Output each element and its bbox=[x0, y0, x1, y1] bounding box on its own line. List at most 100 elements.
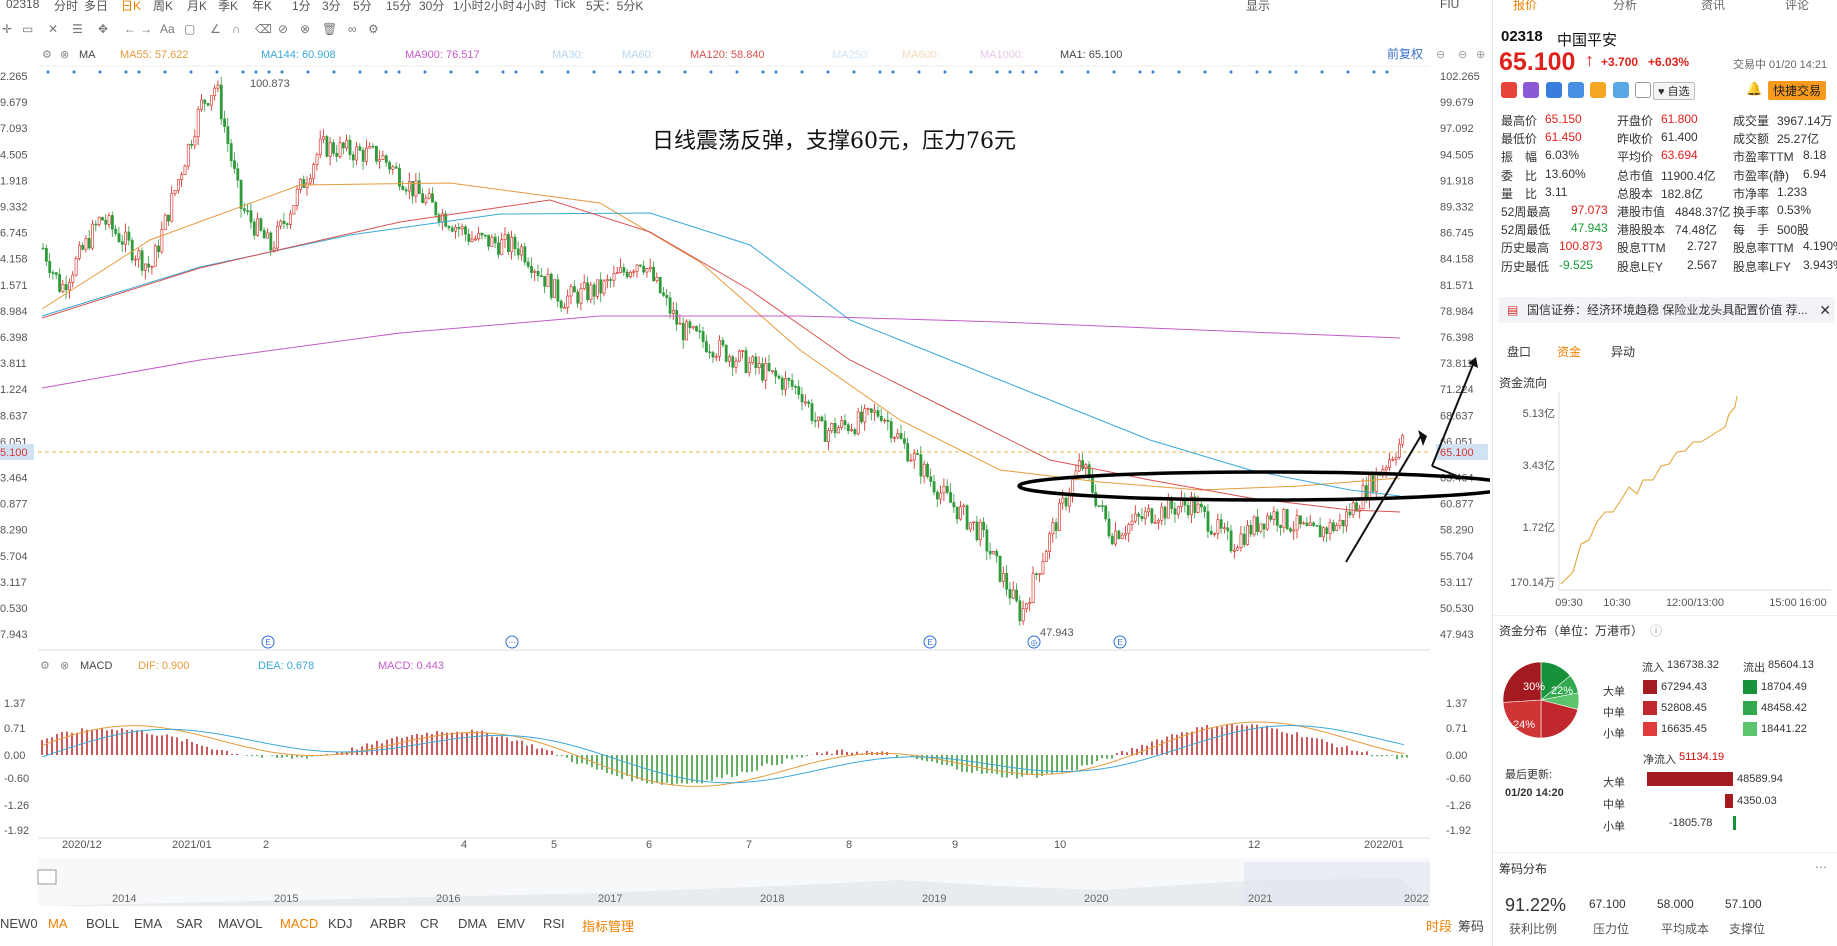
session-tab[interactable]: 时段 bbox=[1426, 916, 1452, 935]
event-dot bbox=[267, 70, 271, 74]
event-dot bbox=[1151, 70, 1155, 74]
event-marker-label: E bbox=[1117, 638, 1122, 647]
indicator-tab[interactable]: RSI bbox=[543, 916, 565, 931]
candle-body bbox=[1064, 497, 1068, 507]
chip-label: 获利比例 bbox=[1509, 922, 1558, 936]
candle-body bbox=[530, 266, 533, 273]
candle-body bbox=[233, 160, 236, 169]
panel-tab[interactable]: 分析 bbox=[1613, 0, 1637, 13]
candle-body bbox=[777, 375, 781, 379]
candle-body bbox=[124, 231, 128, 245]
indicator-tab[interactable]: MA bbox=[48, 916, 68, 931]
event-dot bbox=[72, 70, 76, 74]
fund-distribution-pie: 30% 22% 24% bbox=[1502, 661, 1580, 739]
candle-body bbox=[543, 276, 547, 287]
option-icon[interactable] bbox=[1545, 82, 1562, 98]
chip-tab[interactable]: 筹码 bbox=[1458, 916, 1484, 935]
candle-body bbox=[190, 144, 194, 146]
inflow-swatch bbox=[1643, 722, 1657, 736]
indicator-tab[interactable]: MACD bbox=[280, 916, 318, 931]
macd-dif-line bbox=[41, 721, 1405, 787]
bell-icon[interactable]: 🔔 bbox=[1746, 81, 1762, 97]
panel-tab[interactable]: 报价 bbox=[1513, 0, 1537, 13]
candle-body bbox=[335, 152, 339, 157]
short-icon[interactable] bbox=[1568, 82, 1585, 98]
event-dot bbox=[826, 70, 830, 74]
help-icon[interactable]: ⓘ bbox=[1650, 622, 1662, 639]
candle-body bbox=[737, 350, 741, 362]
candle-body bbox=[368, 145, 372, 149]
candle-body bbox=[1216, 519, 1220, 534]
sub-tab[interactable]: 资金 bbox=[1557, 343, 1581, 360]
indicator-tab[interactable]: DMA bbox=[458, 916, 487, 931]
quote-value: 182.8亿 bbox=[1661, 186, 1704, 201]
indicator-tab[interactable]: EMV bbox=[497, 916, 525, 931]
candle-body bbox=[869, 408, 873, 413]
candle-body bbox=[71, 274, 75, 283]
watchlist-button[interactable]: ♥ 自选 bbox=[1653, 82, 1695, 100]
candle-body bbox=[751, 356, 755, 364]
candle-body bbox=[1186, 504, 1190, 516]
margin-icon[interactable] bbox=[1523, 82, 1540, 98]
ma55-line bbox=[41, 182, 1401, 491]
candle-body bbox=[1285, 509, 1289, 529]
quote-value: 8.18 bbox=[1803, 148, 1827, 163]
close-icon[interactable]: ✕ bbox=[1819, 297, 1831, 323]
price-change-pct: +6.03% bbox=[1648, 55, 1690, 69]
candle-body bbox=[1279, 524, 1283, 528]
candle-body bbox=[1351, 502, 1355, 516]
candle-body bbox=[48, 261, 52, 273]
kline-chart[interactable]: ⚙ ⊗ MA MA55: 57.622 MA144: 60.908 MA900: 76.5… bbox=[0, 0, 1490, 946]
quote-label: 市盈率(静) bbox=[1733, 168, 1789, 183]
inflow-swatch bbox=[1643, 701, 1657, 715]
ma120-line bbox=[41, 199, 1401, 513]
price-axis-right: 102.265 bbox=[1440, 71, 1480, 83]
event-dot bbox=[969, 70, 973, 74]
indicator-tab[interactable]: 指标管理 bbox=[582, 916, 634, 935]
candle-body bbox=[675, 310, 679, 325]
warrant-icon[interactable] bbox=[1590, 82, 1607, 98]
news-icon: ▤ bbox=[1507, 303, 1519, 317]
candle-body bbox=[932, 481, 936, 493]
quick-trade-button[interactable]: 快捷交易 bbox=[1768, 81, 1827, 100]
indicator-tab[interactable]: BOLL bbox=[86, 916, 119, 931]
more-icon[interactable]: ⋯ bbox=[1815, 860, 1827, 874]
candle-body bbox=[893, 437, 896, 439]
candle-body bbox=[629, 271, 632, 278]
sub-tab[interactable]: 盘口 bbox=[1507, 343, 1531, 360]
event-dot bbox=[46, 70, 50, 74]
link-stock-icon[interactable] bbox=[1612, 82, 1629, 98]
indicator-tab[interactable]: CR bbox=[420, 916, 439, 931]
quote-label: 最低价 bbox=[1501, 132, 1538, 147]
indicator-tab[interactable]: EMA bbox=[134, 916, 162, 931]
ma900-line bbox=[41, 315, 1401, 389]
candle-body bbox=[523, 246, 527, 263]
price-axis-right: 58.290 bbox=[1440, 525, 1474, 537]
quote-value: 4.190% bbox=[1803, 239, 1837, 254]
macd-axis-left: 0.71 bbox=[4, 723, 25, 735]
price-axis-left: 0.530 bbox=[0, 603, 28, 615]
candle-body bbox=[992, 550, 995, 555]
candle-body bbox=[962, 505, 966, 508]
collapse-icon[interactable]: ⌃ bbox=[1647, 268, 1656, 281]
indicator-tab[interactable]: MAVOL bbox=[218, 916, 263, 931]
panel-tab[interactable]: 资讯 bbox=[1701, 0, 1725, 13]
candle-body bbox=[813, 420, 817, 422]
candle-body bbox=[1335, 525, 1339, 531]
indicator-tab[interactable]: ARBR bbox=[370, 916, 406, 931]
candle-body bbox=[972, 521, 976, 524]
candle-body bbox=[183, 165, 187, 175]
candle-body bbox=[817, 416, 821, 421]
candle-body bbox=[546, 273, 550, 287]
sub-tab[interactable]: 异动 bbox=[1611, 343, 1635, 360]
indicator-tab[interactable]: NEW0 bbox=[0, 916, 38, 931]
candle-body bbox=[427, 193, 431, 199]
news-bar[interactable]: ▤ 国信证券：经济环境趋稳 保险业龙头具配置价值 荐... ✕ bbox=[1499, 297, 1835, 323]
indicator-tab[interactable]: SAR bbox=[176, 916, 203, 931]
candle-body bbox=[111, 215, 114, 230]
doc-icon[interactable] bbox=[1635, 82, 1652, 98]
hk-connect-icon[interactable] bbox=[1501, 82, 1517, 98]
candle-body bbox=[1160, 506, 1164, 521]
indicator-tab[interactable]: KDJ bbox=[328, 916, 353, 931]
panel-tab[interactable]: 评论 bbox=[1785, 0, 1809, 13]
